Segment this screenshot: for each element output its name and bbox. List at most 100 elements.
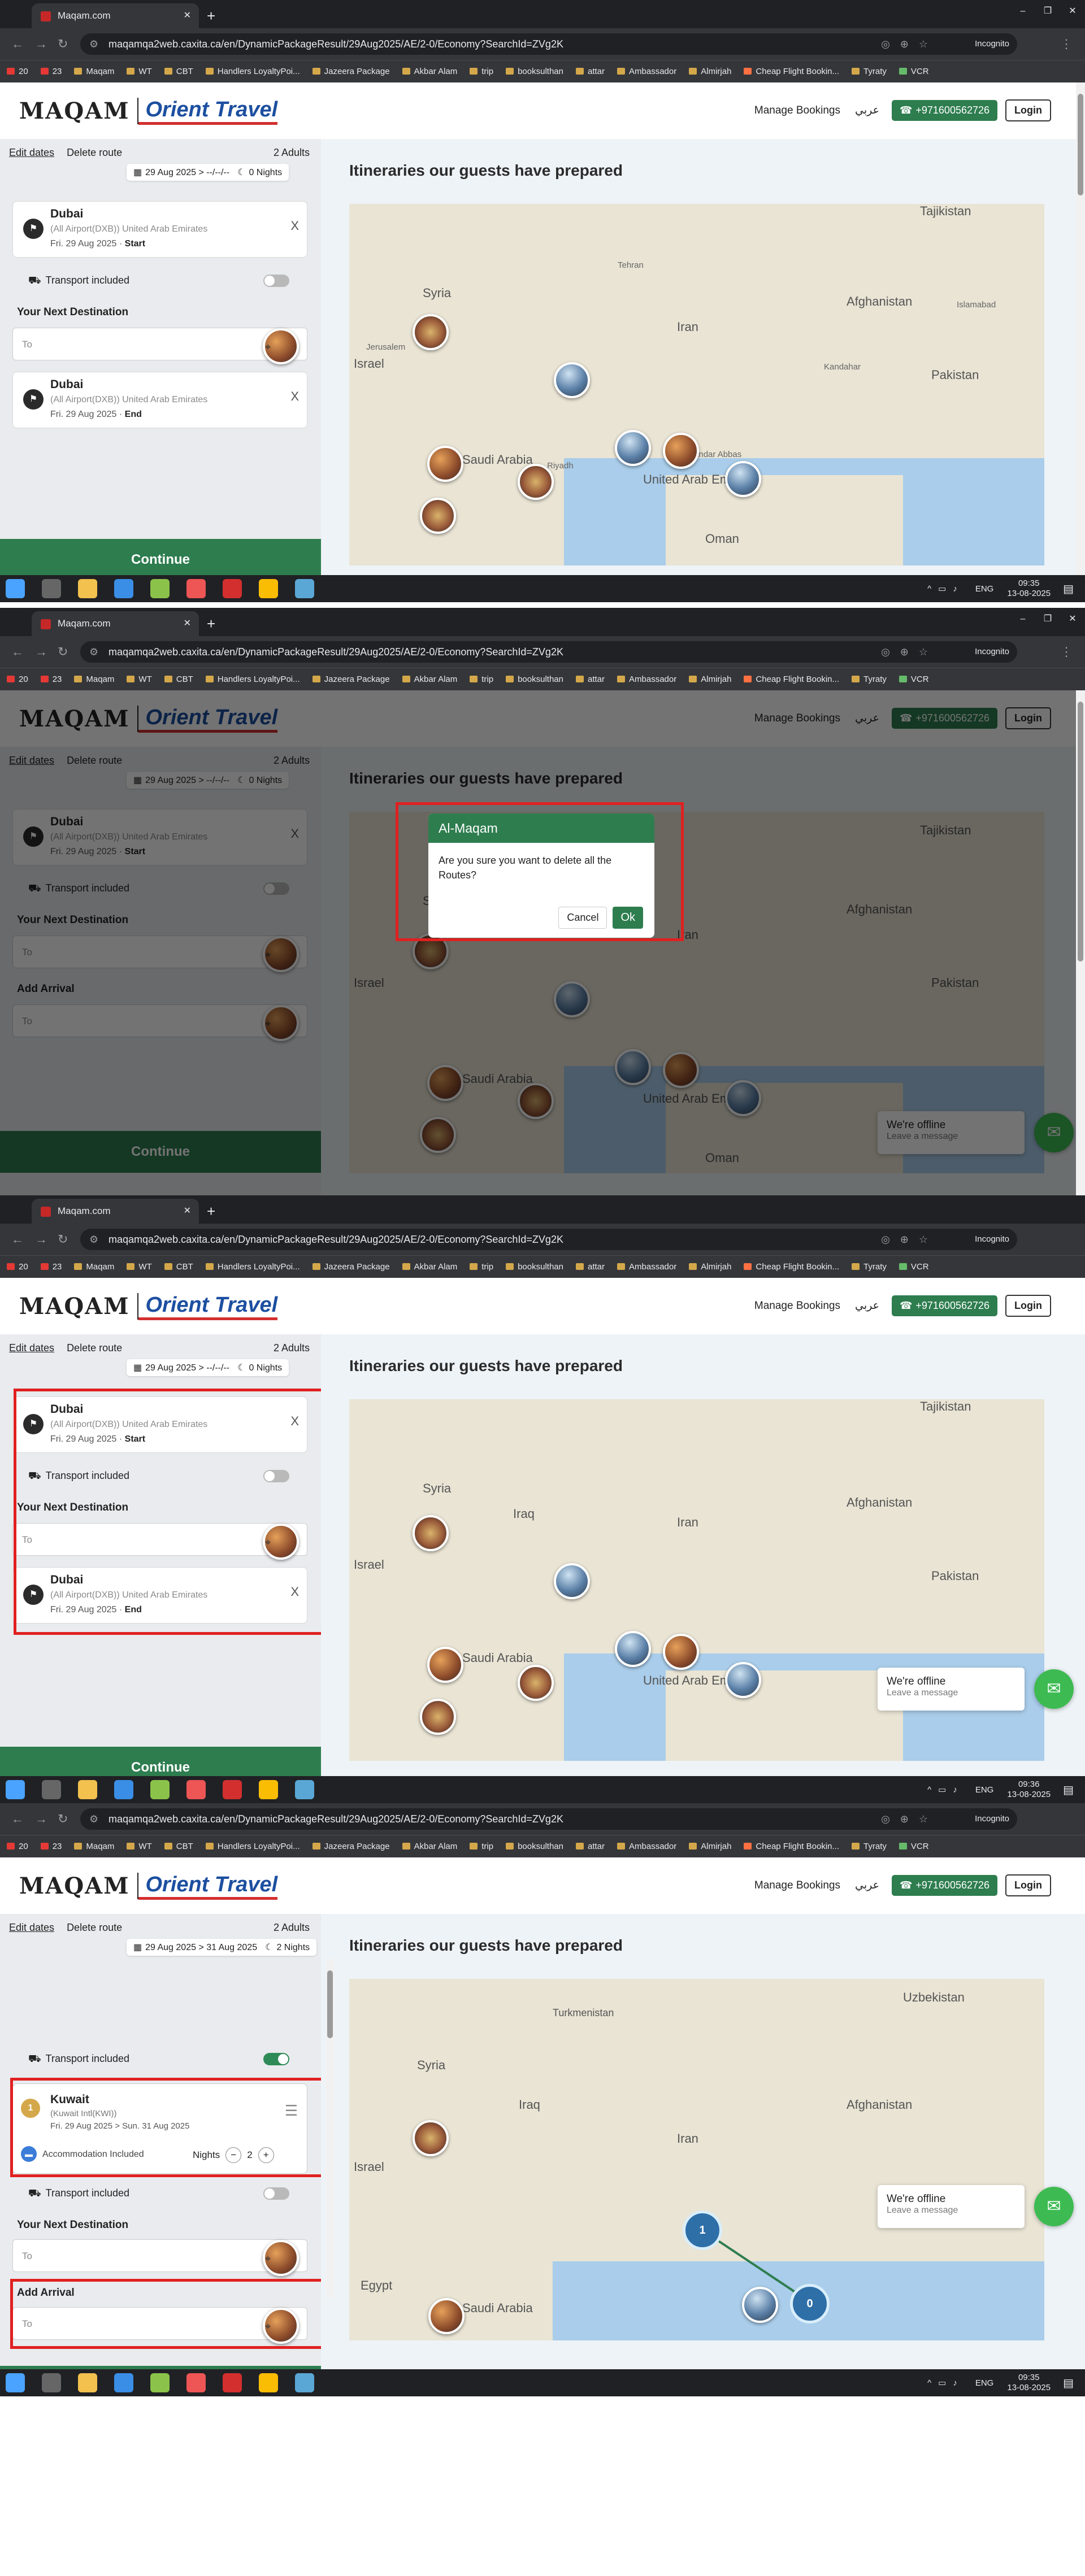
tray-icons[interactable]: ^▭♪: [927, 2378, 964, 2388]
app-icon[interactable]: [223, 579, 242, 598]
url-bar[interactable]: ⚙ maqamqa2web.caxita.ca/en/DynamicPackage…: [80, 641, 1017, 663]
sidebar-scrollbar[interactable]: [326, 1959, 335, 2298]
end-destination-card[interactable]: ⚑ Dubai (All Airport(DXB)) United Arab E…: [12, 372, 307, 428]
bookmark-item[interactable]: Akbar Alam: [402, 668, 458, 690]
itinerary-map[interactable]: Turkmenistan Uzbekistan Afghanistan Syri…: [349, 1979, 1044, 2340]
url-bar[interactable]: ⚙ maqamqa2web.caxita.ca/en/DynamicPackage…: [80, 1229, 1017, 1250]
chat-icon[interactable]: ✉: [1034, 2187, 1074, 2226]
itinerary-marker[interactable]: [420, 498, 456, 534]
task-view-icon[interactable]: [42, 579, 61, 598]
bookmark-item[interactable]: Almirjah: [689, 60, 731, 82]
site-info-icon[interactable]: ⚙: [89, 1229, 98, 1250]
new-tab-button[interactable]: +: [207, 3, 215, 28]
bookmark-item[interactable]: attar: [576, 1835, 605, 1857]
bookmark-item[interactable]: Jazeera Package: [313, 1835, 390, 1857]
clock[interactable]: 09:36 13-08-2025: [1007, 1779, 1051, 1800]
close-tab-icon[interactable]: ✕: [184, 611, 191, 636]
edit-dates-link[interactable]: Edit dates: [9, 1342, 54, 1354]
edit-dates-link[interactable]: Edit dates: [9, 147, 54, 158]
bookmark-item[interactable]: attar: [576, 60, 605, 82]
close-tab-icon[interactable]: ✕: [184, 3, 191, 28]
browser-tab[interactable]: Maqam.com ✕: [32, 611, 199, 636]
app-icon[interactable]: [150, 2373, 170, 2392]
browser-tab[interactable]: Maqam.com ✕: [32, 1199, 199, 1224]
app-icon[interactable]: [186, 1780, 206, 1799]
bookmark-item[interactable]: Jazeera Package: [313, 60, 390, 82]
bookmark-item[interactable]: CBT: [164, 1256, 193, 1278]
bookmark-item[interactable]: Jazeera Package: [313, 1256, 390, 1278]
bookmark-item[interactable]: Ambassador: [617, 1256, 676, 1278]
itinerary-marker[interactable]: [725, 461, 761, 497]
site-info-icon[interactable]: ⚙: [89, 1808, 98, 1830]
url-bar[interactable]: ⚙ maqamqa2web.caxita.ca/en/DynamicPackage…: [80, 33, 1017, 55]
minimize-button[interactable]: –: [1010, 0, 1035, 23]
bookmark-item[interactable]: booksulthan: [506, 1835, 563, 1857]
bookmark-item[interactable]: Handlers LoyaltyPoi...: [206, 1256, 300, 1278]
start-destination-card[interactable]: ⚑ Dubai (All Airport(DXB)) United Arab E…: [12, 201, 307, 258]
bookmark-item[interactable]: WT: [127, 1835, 151, 1857]
restore-button[interactable]: ❐: [1035, 0, 1060, 23]
browser-menu-icon[interactable]: ⋮: [1060, 28, 1073, 60]
back-icon[interactable]: ←: [11, 1803, 24, 1835]
bookmark-item[interactable]: 20: [7, 1256, 28, 1278]
manage-bookings-link[interactable]: Manage Bookings: [754, 1879, 840, 1892]
file-explorer-icon[interactable]: [78, 2373, 97, 2392]
remove-icon[interactable]: X: [290, 389, 299, 404]
bookmark-item[interactable]: WT: [127, 1256, 151, 1278]
bookmark-item[interactable]: Cheap Flight Bookin...: [744, 1835, 839, 1857]
incognito-label[interactable]: Incognito: [975, 641, 1009, 663]
bookmark-item[interactable]: WT: [127, 668, 151, 690]
itinerary-marker[interactable]: [615, 430, 651, 466]
modal-backdrop[interactable]: [0, 690, 1085, 1195]
forward-icon[interactable]: →: [35, 636, 47, 668]
continue-button[interactable]: Continue: [0, 539, 321, 581]
app-icon[interactable]: [186, 2373, 206, 2392]
restore-button[interactable]: ❐: [1035, 608, 1060, 630]
app-icon[interactable]: [223, 1780, 242, 1799]
itinerary-marker[interactable]: [428, 2298, 465, 2334]
back-icon[interactable]: ←: [11, 28, 24, 60]
login-button[interactable]: Login: [1005, 1874, 1051, 1896]
task-view-icon[interactable]: [42, 1780, 61, 1799]
omnibox-actions[interactable]: ◎⊕☆: [881, 33, 938, 55]
app-icon[interactable]: [186, 579, 206, 598]
edit-dates-link[interactable]: Edit dates: [9, 1922, 54, 1933]
bookmark-item[interactable]: 23: [41, 60, 62, 82]
login-button[interactable]: Login: [1005, 1295, 1051, 1317]
bookmark-item[interactable]: Tyraty: [852, 1835, 887, 1857]
back-icon[interactable]: ←: [11, 636, 24, 668]
app-icon[interactable]: [223, 2373, 242, 2392]
phone-button[interactable]: +971600562726: [891, 100, 998, 121]
bookmark-item[interactable]: trip: [470, 668, 493, 690]
arabic-language-link[interactable]: عربي: [855, 104, 879, 117]
close-tab-icon[interactable]: ✕: [184, 1199, 191, 1224]
notification-icon[interactable]: ▤: [1063, 582, 1074, 596]
language-indicator[interactable]: ENG: [975, 584, 994, 594]
adults-count[interactable]: 2 Adults: [274, 1342, 310, 1354]
bookmark-item[interactable]: attar: [576, 1256, 605, 1278]
bookmark-item[interactable]: Handlers LoyaltyPoi...: [206, 1835, 300, 1857]
bookmark-item[interactable]: Tyraty: [852, 1256, 887, 1278]
bookmark-item[interactable]: Akbar Alam: [402, 1256, 458, 1278]
omnibox-actions[interactable]: ◎⊕☆: [881, 1808, 938, 1830]
edge-icon[interactable]: [114, 1780, 133, 1799]
itinerary-marker[interactable]: [420, 1699, 456, 1735]
transport-toggle-on[interactable]: [263, 2053, 289, 2065]
start-icon[interactable]: [6, 2373, 25, 2392]
omnibox-actions[interactable]: ◎⊕☆: [881, 1229, 938, 1250]
clock[interactable]: 09:35 13-08-2025: [1007, 2373, 1051, 2393]
chrome-icon[interactable]: [259, 1780, 278, 1799]
itinerary-marker[interactable]: [413, 314, 449, 350]
bookmark-item[interactable]: trip: [470, 60, 493, 82]
transport-toggle[interactable]: [263, 2187, 289, 2200]
forward-icon[interactable]: →: [35, 1224, 47, 1255]
delete-route-link[interactable]: Delete route: [67, 1342, 122, 1354]
itinerary-marker[interactable]: [615, 1631, 651, 1667]
file-explorer-icon[interactable]: [78, 1780, 97, 1799]
bookmark-item[interactable]: Cheap Flight Bookin...: [744, 668, 839, 690]
page-scrollbar[interactable]: [1076, 82, 1085, 602]
itinerary-marker[interactable]: [427, 1647, 463, 1683]
clock[interactable]: 09:35 13-08-2025: [1007, 578, 1051, 599]
transport-toggle[interactable]: [263, 275, 289, 287]
bookmark-item[interactable]: Ambassador: [617, 668, 676, 690]
